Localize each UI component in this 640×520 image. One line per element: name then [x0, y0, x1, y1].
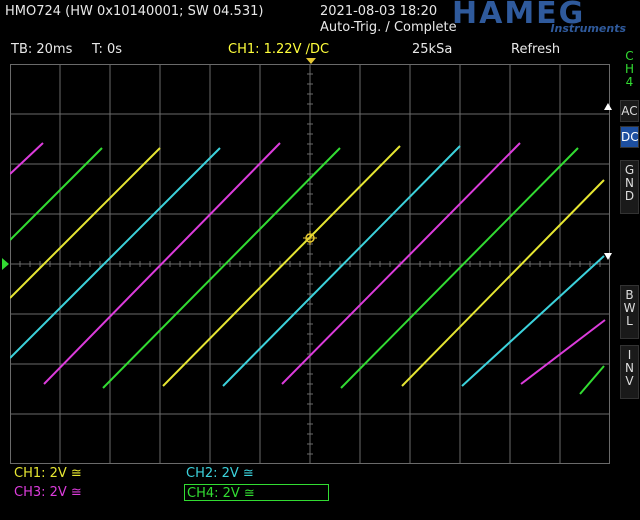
hameg-logo: HAMEG Instruments [452, 0, 632, 38]
trigger-level-marker-icon[interactable] [604, 253, 612, 261]
waveform-display[interactable] [10, 64, 610, 464]
ch2-scale-label[interactable]: CH2: 2V ≅ [186, 465, 254, 482]
logo-sub: Instruments [550, 22, 626, 35]
selected-channel: CH4 [624, 49, 635, 89]
acquisition-mode[interactable]: Refresh [511, 42, 560, 57]
ch4-trace-segment [579, 365, 605, 395]
ch4-trace-segment [102, 147, 341, 389]
ch2-trace-segment [222, 145, 461, 387]
ch1-trace-segment [10, 147, 161, 299]
ch-ground-marker-icon[interactable] [0, 258, 10, 270]
bwl-button[interactable]: BWL [620, 285, 639, 339]
ch3-scale-label[interactable]: CH3: 2V ≅ [14, 484, 82, 501]
ch1-trace-segment [162, 145, 401, 387]
ch2-trace-segment [461, 255, 605, 387]
timebase-readout[interactable]: TB: 20ms [11, 42, 72, 57]
trigger-status: Auto-Trig. / Complete [320, 20, 457, 35]
waveform-canvas [10, 64, 610, 464]
coupling-ac-button[interactable]: AC [620, 100, 639, 122]
coupling-dc-button[interactable]: DC [620, 126, 639, 148]
trigger-time-readout[interactable]: T: 0s [92, 42, 122, 57]
inv-button[interactable]: INV [620, 345, 639, 399]
trigger-up-marker-icon [604, 103, 612, 110]
device-id: HMO724 (HW 0x10140001; SW 04.531) [5, 4, 264, 19]
datetime: 2021-08-03 18:20 [320, 4, 438, 19]
trigger-level-readout[interactable]: CH1: 1.22V ∕DC [228, 42, 329, 57]
ch3-trace-segment [520, 319, 606, 385]
ch4-scale-label[interactable]: CH4: 2V ≅ [184, 484, 329, 501]
ch1-scale-label[interactable]: CH1: 2V ≅ [14, 465, 82, 482]
sample-rate-readout: 25kSa [412, 42, 453, 57]
side-menu: CH4 AC DC GND BWL INV [619, 40, 640, 520]
gnd-button[interactable]: GND [620, 160, 639, 214]
ch2-trace-segment [10, 147, 221, 359]
info-bar: HMO724 (HW 0x10140001; SW 04.531) 2021-0… [0, 0, 640, 40]
ch3-trace-segment [10, 142, 44, 175]
